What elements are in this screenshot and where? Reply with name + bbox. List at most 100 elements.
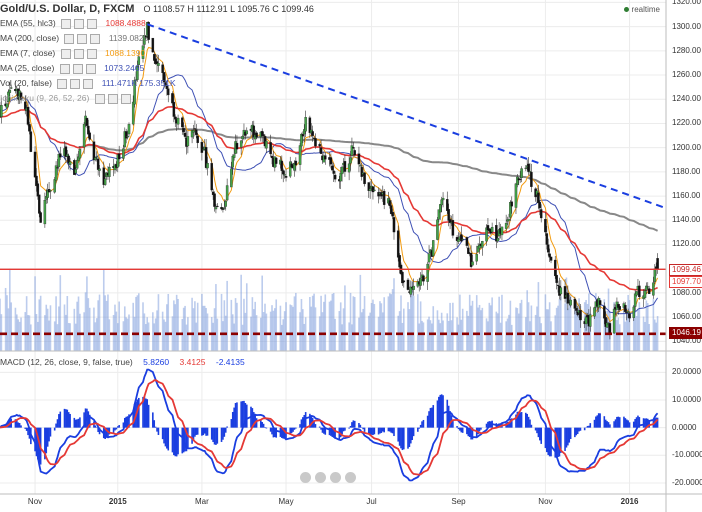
candle-body [608,323,612,334]
scroll-back-icon[interactable] [330,472,341,483]
macd-histogram-bar [540,427,543,444]
macd-histogram-bar [426,415,429,428]
macd-histogram-bar [478,427,481,432]
candle-body [549,256,553,261]
macd-histogram-bar [173,427,175,456]
macd-histogram-bar [574,427,576,438]
eye-icon[interactable] [61,18,72,29]
macd-histogram-bar [634,419,636,428]
volume-bar [498,296,500,351]
eye-icon[interactable] [59,63,70,74]
macd-histogram-bar [115,427,118,430]
volume-bar [537,282,540,351]
candle-body [213,193,216,207]
macd-header[interactable]: MACD (12, 26, close, 9, false, true) 5.8… [0,357,245,367]
eye-icon[interactable] [57,78,68,89]
macd-histogram-bar [418,427,421,429]
settings-icon[interactable] [73,48,84,59]
study-ma25[interactable]: MA (25, close) 1073.2465 [0,63,144,74]
volume-bar [233,323,235,351]
reset-icon[interactable] [345,472,356,483]
candle-body [514,183,518,208]
eye-icon[interactable] [60,48,71,59]
close-icon[interactable] [87,18,98,29]
study-ema55[interactable]: EMA (55, hlc3) 1088.4888 [0,18,146,29]
settings-icon[interactable] [72,63,83,74]
macd-histogram-bar [215,427,217,445]
close-icon[interactable] [90,33,101,44]
volume-bar [241,324,244,351]
macd-histogram-bar [613,421,615,428]
study-ema7[interactable]: EMA (7, close) 1088.1390 [0,48,145,59]
macd-histogram-bar [222,427,224,440]
candle-body [618,306,621,310]
close-icon[interactable] [85,63,96,74]
candle-body [332,170,335,174]
macd-histogram-bar [271,427,273,435]
volume-bar [24,312,27,351]
candle-body [108,166,111,177]
candle-body [461,238,464,240]
volume-bar [63,304,66,351]
settings-icon[interactable] [107,93,118,104]
volume-bar [274,308,276,351]
settings-icon[interactable] [77,33,88,44]
candle-body [638,285,641,298]
macd-histogram-bar [58,414,60,428]
volume-bar [295,292,297,351]
volume-bar [10,302,13,351]
eye-icon[interactable] [64,33,75,44]
volume-bar [449,302,451,351]
macd-histogram-bar [202,427,205,436]
volume-bar [410,294,412,351]
settings-icon[interactable] [70,78,81,89]
macd-histogram-bar [206,427,209,436]
volume-bar [517,313,520,351]
volume-bar [646,303,649,351]
macd-panel [0,368,659,482]
volume-bar [460,319,463,351]
volume-bar [215,284,217,351]
candle-body [196,135,199,144]
macd-histogram-bar [351,422,353,428]
candle-body [202,149,205,151]
candle-body [333,174,337,180]
candle-body [353,150,356,156]
realtime-status: realtime [623,5,660,14]
volume-bar [83,312,85,351]
study-ichimoku[interactable]: Ichimoku (9, 26, 52, 26) [0,93,131,104]
navigation-controls[interactable] [300,472,370,488]
macd-histogram-bar [520,412,523,428]
study-ma200[interactable]: MA (200, close) 1139.0825 [0,33,148,44]
candle-body [0,105,3,117]
candle-body [98,168,101,171]
settings-icon[interactable] [74,18,85,29]
candle-body [174,116,177,120]
macd-histogram-bar [194,427,196,437]
macd-histogram-bar [442,395,444,428]
volume-bar [94,322,97,351]
candle-body [232,154,236,158]
volume-bar [471,300,474,351]
zoom-out-icon[interactable] [300,472,311,483]
close-icon[interactable] [86,48,97,59]
volume-bar [38,299,41,351]
candle-body [117,153,121,160]
close-icon[interactable] [120,93,131,104]
eye-icon[interactable] [94,93,105,104]
symbol-title[interactable]: Gold/U.S. Dollar, D, FXCM [0,3,134,15]
candle-body [603,305,606,319]
volume-bar [388,293,391,351]
candle-body [59,153,62,158]
candle-body [124,131,128,139]
candle-body [74,169,77,174]
volume-bar [6,295,8,351]
zoom-in-icon[interactable] [315,472,326,483]
close-icon[interactable] [83,78,94,89]
volume-bar [635,315,638,351]
macd-histogram-bar [407,427,409,449]
macd-histogram-bar [245,404,248,428]
study-volume[interactable]: Vol (20, false) 111.471K 175.351K [0,78,176,89]
candle-body [221,208,225,210]
macd-histogram-bar [230,419,233,428]
